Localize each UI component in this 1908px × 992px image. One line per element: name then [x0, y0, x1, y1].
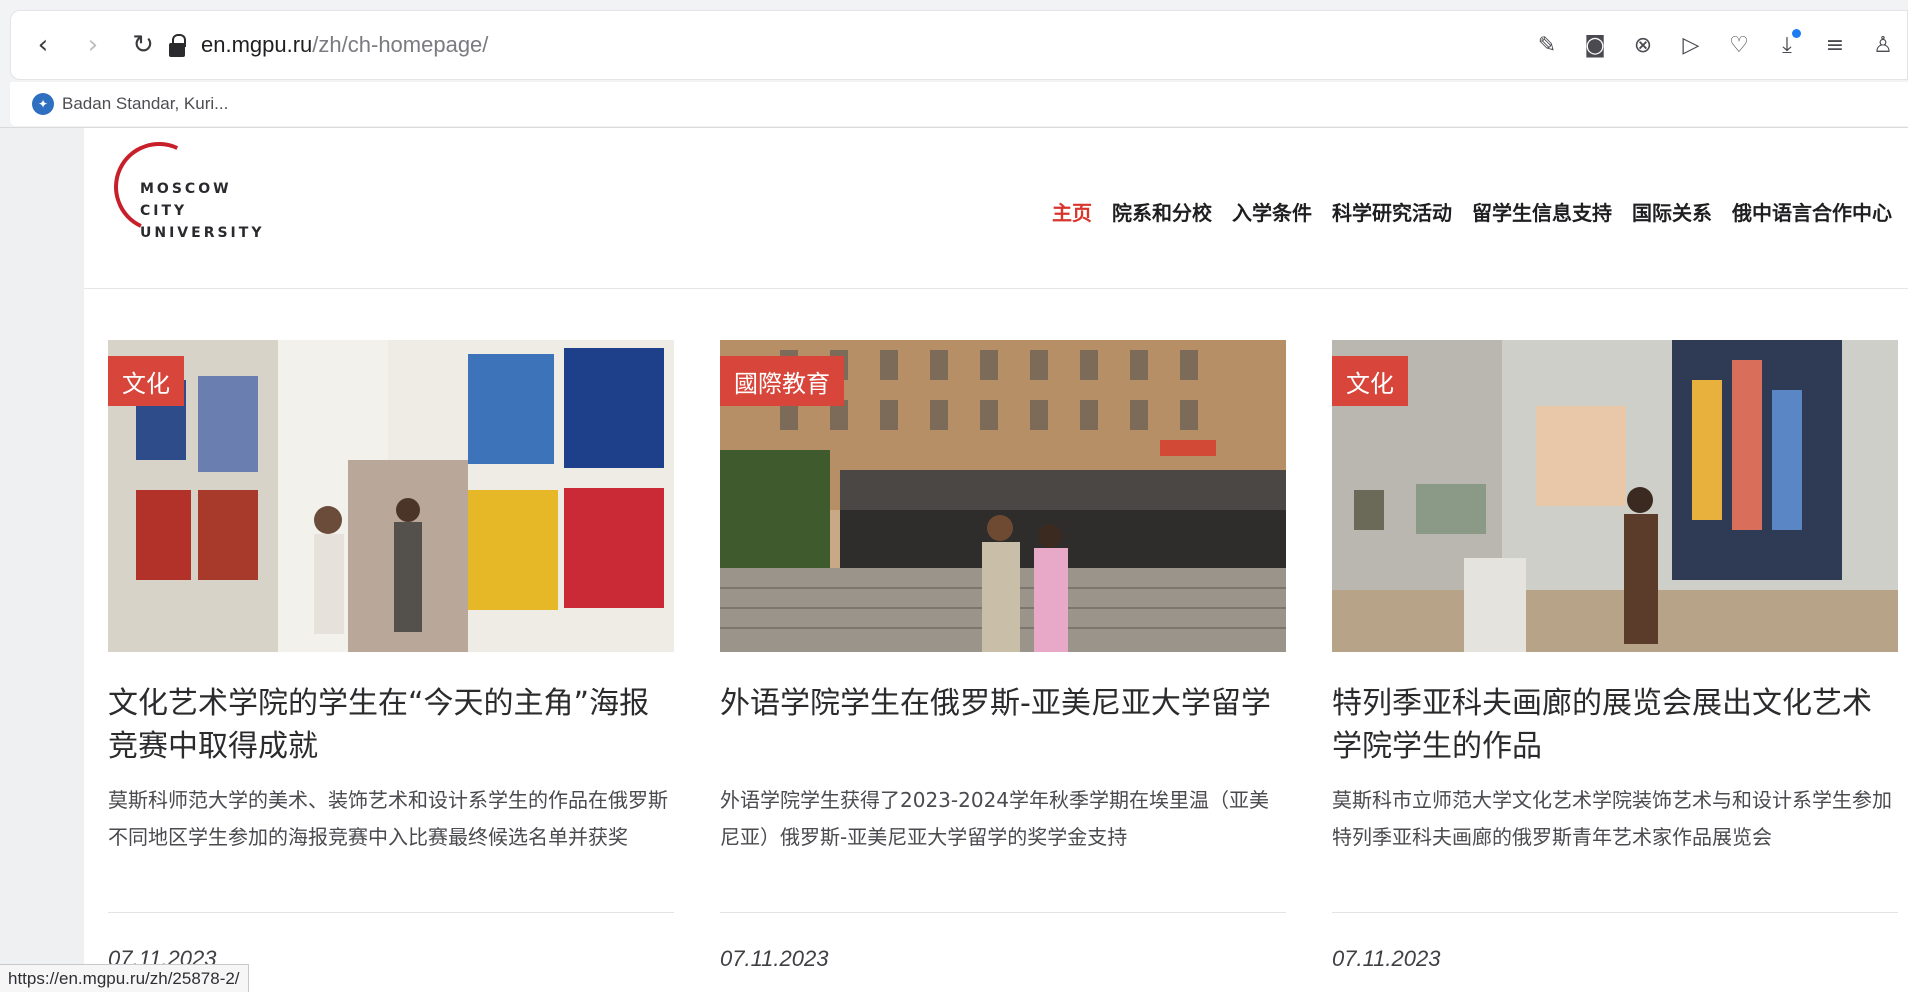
download-icon[interactable]: ⤓: [1763, 25, 1811, 65]
news-card: 國際教育 外语学院学生在俄罗斯-亚美尼亚大学留学 外语学院学生获得了2023-2…: [720, 340, 1286, 990]
forward-button[interactable]: ›: [73, 25, 113, 65]
bookmark-label: Badan Standar, Kuri...: [62, 94, 229, 113]
category-tag[interactable]: 文化: [108, 356, 184, 406]
download-badge: [1792, 29, 1801, 38]
reload-button[interactable]: ↻: [123, 25, 163, 65]
card-divider: [720, 912, 1286, 913]
site-content: MOSCOW CITY UNIVERSITY 主页 院系和分校 入学条件 科学研…: [84, 128, 1908, 992]
card-divider: [1332, 912, 1898, 913]
news-title[interactable]: 外语学院学生在俄罗斯-亚美尼亚大学留学: [720, 682, 1286, 725]
nav-international[interactable]: 国际关系: [1632, 197, 1712, 226]
browser-toolbar: ‹ › ↻ en.mgpu.ru/zh/ch-homepage/ ✎ ◙ ⊗ ▷…: [10, 10, 1908, 80]
news-date: 07.11.2023: [720, 946, 829, 971]
nav-language-center[interactable]: 俄中语言合作中心: [1732, 197, 1892, 226]
category-tag[interactable]: 文化: [1332, 356, 1408, 406]
news-image[interactable]: 國際教育: [720, 340, 1286, 652]
nav-research[interactable]: 科学研究活动: [1332, 197, 1452, 226]
news-card: 文化 文化艺术学院的学生在“今天的主角”海报竞赛中取得成就 莫斯科师范大学的美术…: [108, 340, 674, 990]
nav-home[interactable]: 主页: [1052, 197, 1092, 226]
category-tag[interactable]: 國際教育: [720, 356, 844, 406]
browser-chrome: ‹ › ↻ en.mgpu.ru/zh/ch-homepage/ ✎ ◙ ⊗ ▷…: [0, 0, 1908, 128]
play-icon[interactable]: ▷: [1667, 25, 1715, 65]
news-image[interactable]: 文化: [108, 340, 674, 652]
edit-icon[interactable]: ✎: [1523, 25, 1571, 65]
news-date: 07.11.2023: [1332, 946, 1441, 971]
back-button[interactable]: ‹: [23, 25, 63, 65]
address-bar[interactable]: en.mgpu.ru/zh/ch-homepage/: [201, 23, 488, 67]
logo-line-1: MOSCOW: [140, 181, 232, 197]
close-circle-icon[interactable]: ⊗: [1619, 25, 1667, 65]
profile-icon[interactable]: ♙: [1859, 25, 1907, 65]
heart-icon[interactable]: ♡: [1715, 25, 1763, 65]
card-divider: [108, 912, 674, 913]
news-description: 莫斯科师范大学的美术、装饰艺术和设计系学生的作品在俄罗斯不同地区学生参加的海报竞…: [108, 788, 668, 849]
url-path: /zh/ch-homepage/: [312, 32, 489, 57]
main-nav: 主页 院系和分校 入学条件 科学研究活动 留学生信息支持 国际关系 俄中语言合作…: [1032, 196, 1892, 226]
url-host: en.mgpu.ru: [201, 32, 313, 57]
lock-icon: [169, 34, 186, 57]
news-description: 莫斯科市立师范大学文化艺术学院装饰艺术与和设计系学生参加特列季亚科夫画廊的俄罗斯…: [1332, 788, 1892, 849]
status-bar-url: https://en.mgpu.ru/zh/25878-2/: [0, 964, 249, 992]
site-logo[interactable]: MOSCOW CITY UNIVERSITY: [101, 129, 274, 252]
nav-faculties[interactable]: 院系和分校: [1112, 197, 1212, 226]
menu-icon[interactable]: ≡: [1811, 25, 1859, 65]
logo-text: MOSCOW CITY UNIVERSITY: [140, 178, 264, 244]
page-viewport: MOSCOW CITY UNIVERSITY 主页 院系和分校 入学条件 科学研…: [0, 128, 1908, 992]
nav-student-support[interactable]: 留学生信息支持: [1472, 197, 1612, 226]
news-description: 外语学院学生获得了2023-2024学年秋季学期在埃里温（亚美尼亚）俄罗斯-亚美…: [720, 788, 1270, 849]
logo-line-3: UNIVERSITY: [140, 225, 265, 241]
bookmark-favicon-icon: ✦: [32, 93, 54, 115]
toolbar-icons: ✎ ◙ ⊗ ▷ ♡ ⤓ ≡ ♙: [1523, 25, 1907, 65]
bookmark-item[interactable]: ✦ Badan Standar, Kuri...: [32, 90, 228, 118]
header-divider: [84, 288, 1908, 289]
news-card: 文化 特列季亚科夫画廊的展览会展出文化艺术学院学生的作品 莫斯科市立师范大学文化…: [1332, 340, 1898, 990]
news-image[interactable]: 文化: [1332, 340, 1898, 652]
logo-line-2: CITY: [140, 203, 188, 219]
bookmarks-bar: ✦ Badan Standar, Kuri...: [10, 82, 1908, 126]
news-title[interactable]: 特列季亚科夫画廊的展览会展出文化艺术学院学生的作品: [1332, 682, 1898, 768]
nav-admission[interactable]: 入学条件: [1232, 197, 1312, 226]
camera-icon[interactable]: ◙: [1571, 25, 1619, 65]
news-title[interactable]: 文化艺术学院的学生在“今天的主角”海报竞赛中取得成就: [108, 682, 674, 768]
